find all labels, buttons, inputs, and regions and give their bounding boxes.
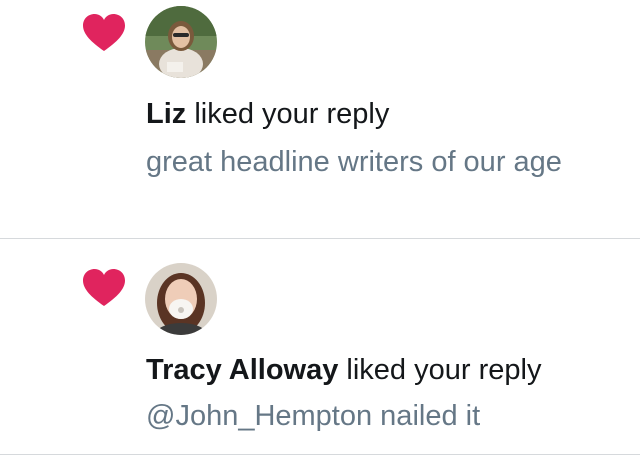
notification-headline: Liz liked your reply — [146, 96, 389, 132]
heart-icon — [82, 268, 126, 308]
user-name[interactable]: Liz — [146, 98, 186, 130]
notification-item[interactable]: Liz liked your reply great headline writ… — [0, 0, 640, 238]
notification-action: liked your reply — [338, 354, 542, 386]
reply-snippet[interactable]: @John_Hempton nailed it — [146, 394, 606, 438]
divider — [0, 454, 640, 455]
notification-item[interactable]: Tracy Alloway liked your reply @John_Hem… — [0, 239, 640, 454]
avatar[interactable] — [145, 6, 217, 78]
notification-headline: Tracy Alloway liked your reply — [146, 352, 541, 388]
avatar[interactable] — [145, 263, 217, 335]
reply-snippet[interactable]: great headline writers of our age — [146, 140, 606, 184]
notification-action: liked your reply — [186, 98, 390, 130]
heart-icon — [82, 13, 126, 53]
user-name[interactable]: Tracy Alloway — [146, 354, 338, 386]
